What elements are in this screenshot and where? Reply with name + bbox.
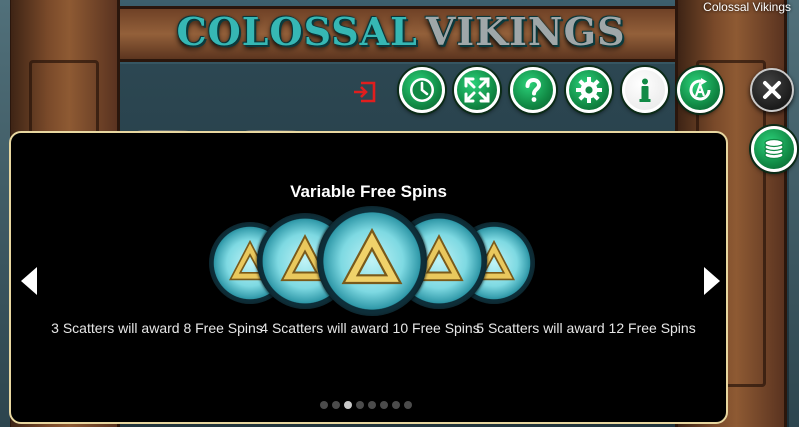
info-icon [639, 78, 651, 102]
coins-icon [764, 138, 784, 160]
page-dot[interactable] [392, 401, 400, 409]
page-dot[interactable] [320, 401, 328, 409]
page-dot[interactable] [344, 401, 352, 409]
description-5-scatters: 5 Scatters will award 12 Free Spins [476, 320, 696, 336]
window-title: Colossal Vikings [703, 0, 791, 14]
previous-page-arrow-icon[interactable] [18, 265, 40, 297]
autoplay-button[interactable] [677, 67, 723, 113]
gear-icon [576, 77, 602, 103]
description-3-scatters: 3 Scatters will award 8 Free Spins [51, 320, 263, 336]
scatter-symbol-3 [317, 206, 427, 316]
autoplay-icon [689, 78, 711, 101]
rock-edge-right [789, 0, 799, 427]
logo-part1: COLOSSAL [176, 8, 418, 54]
page-dot[interactable] [380, 401, 388, 409]
page-dot[interactable] [368, 401, 376, 409]
logo-part2: VIKINGS [425, 8, 626, 54]
fullscreen-icon [464, 77, 490, 103]
scatter-symbols [209, 206, 535, 323]
paytable-panel: Variable Free Spins 3 Scatters will awar… [9, 131, 728, 424]
bet-button[interactable] [751, 126, 797, 172]
info-button[interactable] [622, 67, 668, 113]
close-icon [763, 81, 781, 99]
fullscreen-button[interactable] [454, 67, 500, 113]
history-button[interactable] [399, 67, 445, 113]
page-dot[interactable] [356, 401, 364, 409]
clock-icon [410, 78, 434, 102]
next-page-arrow-icon[interactable] [701, 265, 723, 297]
close-button[interactable] [750, 68, 794, 112]
exit-icon[interactable] [352, 80, 378, 104]
game-logo: COLOSSAL VIKINGS [176, 0, 624, 62]
panel-title: Variable Free Spins [290, 182, 447, 201]
help-button[interactable] [510, 67, 556, 113]
question-icon [525, 77, 542, 102]
settings-button[interactable] [566, 67, 612, 113]
page-indicator [320, 401, 412, 409]
page-dot[interactable] [332, 401, 340, 409]
description-4-scatters: 4 Scatters will award 10 Free Spins [260, 320, 480, 336]
page-dot[interactable] [404, 401, 412, 409]
